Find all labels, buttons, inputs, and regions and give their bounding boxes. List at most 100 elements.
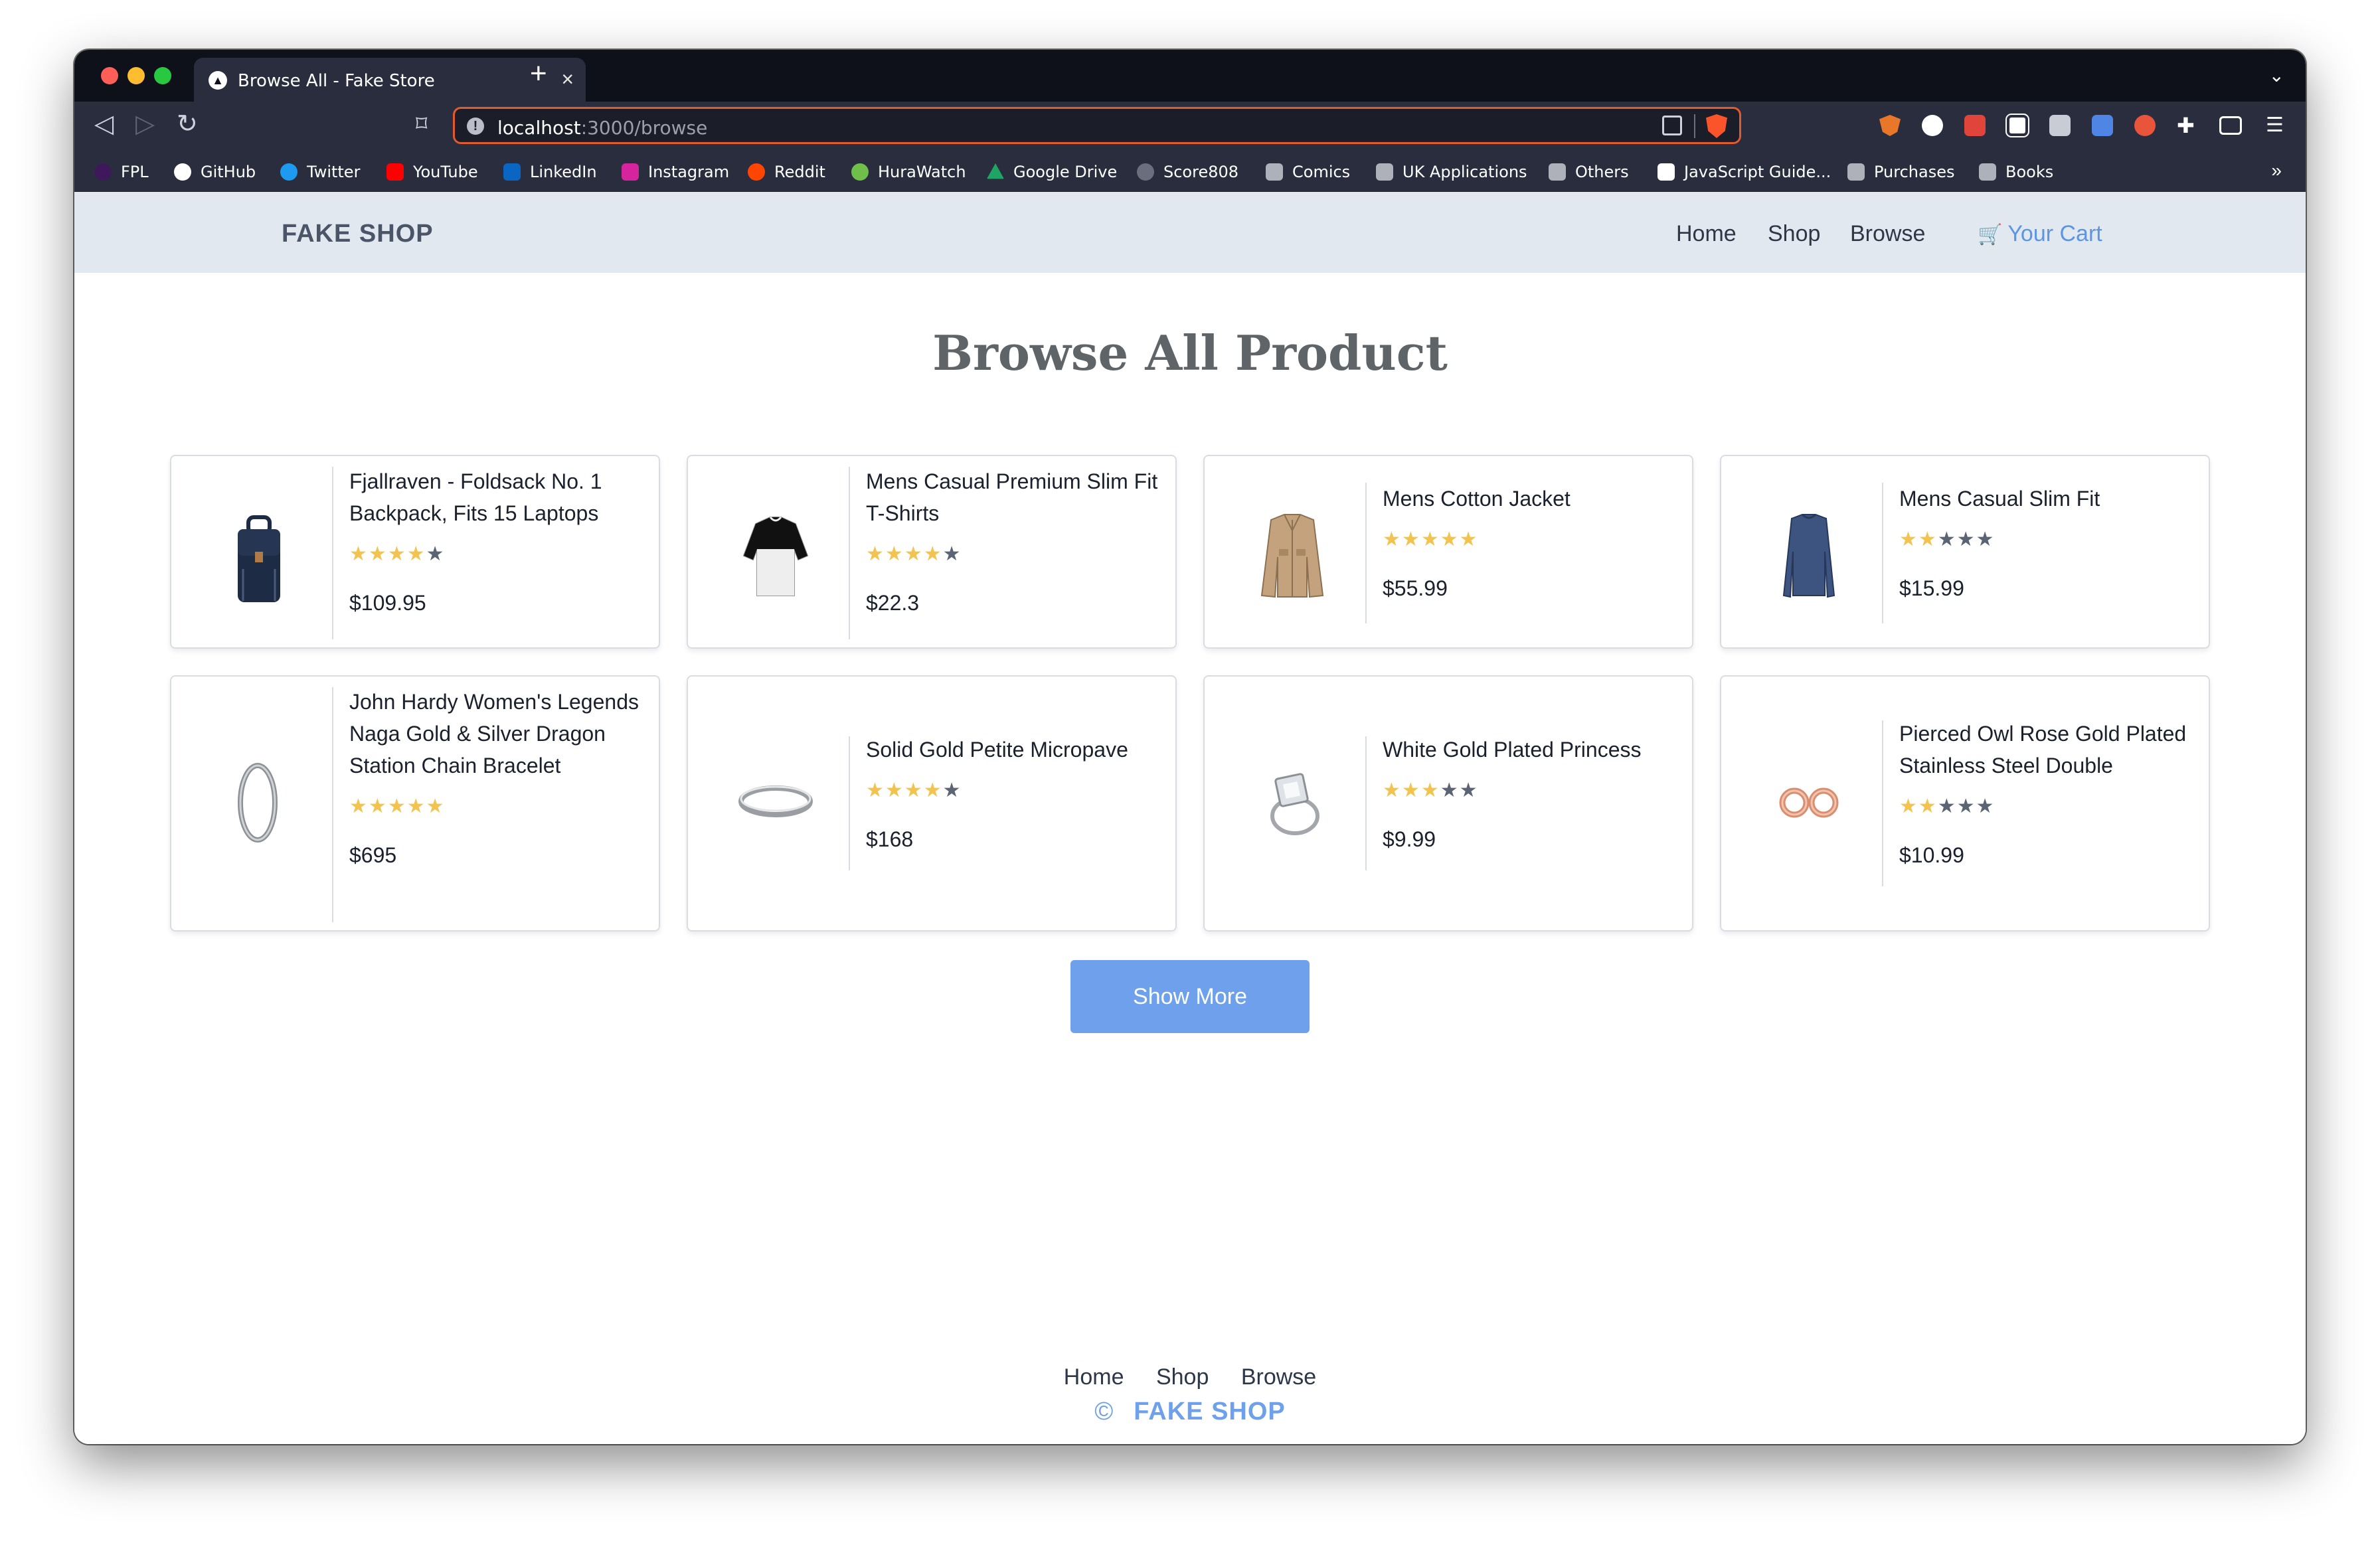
card-body: Fjallraven - Foldsack No. 1 Backpack, Fi… [349, 465, 645, 615]
translate-extension-icon[interactable] [2092, 115, 2113, 136]
bookmark-google-drive[interactable]: Google Drive [987, 161, 1117, 183]
jacket-icon [1260, 514, 1324, 598]
bookmark-label: Others [1575, 163, 1629, 181]
folder-icon [1979, 163, 1996, 181]
bookmark-reddit[interactable]: Reddit [748, 161, 825, 183]
copyright-symbol: © [1094, 1398, 1114, 1425]
product-price: $695 [349, 843, 397, 867]
url-text: localhost:3000/browse [497, 117, 707, 139]
bookmark-books[interactable]: Books [1979, 161, 2053, 183]
address-divider [1694, 114, 1695, 138]
nav-home-link[interactable]: Home [1676, 221, 1737, 247]
bookmark-label: HuraWatch [878, 163, 966, 181]
color-extension-icon[interactable] [2134, 115, 2156, 136]
reload-icon[interactable]: ↻ [177, 111, 198, 137]
footer-home-link[interactable]: Home [1064, 1364, 1124, 1390]
star-filled-icon: ★ [426, 795, 446, 817]
folder-icon [1266, 163, 1283, 181]
brave-shields-icon[interactable] [1706, 114, 1727, 138]
address-bar[interactable]: ! localhost:3000/browse [453, 107, 1741, 144]
star-filled-icon: ★ [923, 779, 943, 801]
bookmark-label: Google Drive [1013, 163, 1118, 181]
minimize-window-button[interactable] [128, 67, 145, 84]
product-title[interactable]: Solid Gold Petite Micropave [866, 734, 1162, 766]
qr-code-icon[interactable] [1662, 116, 1682, 135]
product-card[interactable]: John Hardy Women's Legends Naga Gold & S… [170, 675, 660, 932]
footer-browse-link[interactable]: Browse [1241, 1364, 1316, 1390]
browser-titlebar: ▲ Browse All - Fake Store × + ⌄ [74, 50, 2306, 102]
bookmark-purchases[interactable]: Purchases [1847, 161, 1955, 183]
circle-extension-icon[interactable] [1922, 115, 1943, 136]
tab-browse-all[interactable]: ▲ Browse All - Fake Store × [194, 58, 586, 102]
bookmark-score808[interactable]: Score808 [1137, 161, 1238, 183]
bookmark-fpl[interactable]: FPL [94, 161, 149, 183]
close-tab-icon[interactable]: × [561, 67, 574, 92]
twitter-icon [280, 163, 298, 181]
star-filled-icon: ★ [1401, 528, 1421, 550]
bookmark-hurawatch[interactable]: HuraWatch [851, 161, 966, 183]
site-logo[interactable]: FAKE SHOP [282, 220, 434, 248]
product-price: $168 [866, 827, 914, 851]
new-tab-button[interactable]: + [530, 59, 547, 88]
bookmark-label: Comics [1292, 163, 1351, 181]
bookmark-others[interactable]: Others [1549, 161, 1629, 183]
bookmark-javascript-guide[interactable]: JavaScript Guide... [1658, 161, 1831, 183]
product-card[interactable]: White Gold Plated Princess ★★★★★ $9.99 [1203, 675, 1693, 932]
nav-shop-link[interactable]: Shop [1768, 221, 1820, 247]
bookmark-label: Twitter [307, 163, 361, 181]
product-card[interactable]: Pierced Owl Rose Gold Plated Stainless S… [1720, 675, 2210, 932]
product-title[interactable]: Mens Casual Premium Slim Fit T-Shirts [866, 465, 1162, 529]
close-window-button[interactable] [101, 67, 118, 84]
product-card[interactable]: Mens Cotton Jacket ★★★★★ $55.99 [1203, 455, 1693, 649]
star-filled-icon: ★ [866, 779, 885, 801]
product-title[interactable]: White Gold Plated Princess [1383, 734, 1679, 766]
diamond-ring-icon [1270, 773, 1319, 835]
notes-extension-icon[interactable] [2049, 115, 2071, 136]
product-card[interactable]: Solid Gold Petite Micropave ★★★★★ $168 [687, 675, 1177, 932]
notion-extension-icon[interactable] [2005, 114, 2029, 137]
product-card[interactable]: Fjallraven - Foldsack No. 1 Backpack, Fi… [170, 455, 660, 649]
product-title[interactable]: Mens Cotton Jacket [1383, 483, 1679, 515]
fpl-icon [94, 163, 112, 181]
product-card[interactable]: Mens Casual Slim Fit ★★★★★ $15.99 [1720, 455, 2210, 649]
forward-icon[interactable]: ▷ [135, 111, 155, 137]
bookmark-twitter[interactable]: Twitter [280, 161, 360, 183]
chevron-down-icon[interactable]: ⌄ [2269, 64, 2284, 86]
hurawatch-icon [851, 163, 869, 181]
maximize-window-button[interactable] [154, 67, 171, 84]
bookmark-comics[interactable]: Comics [1266, 161, 1350, 183]
back-icon[interactable]: ◁ [94, 111, 114, 137]
bookmark-label: UK Applications [1402, 163, 1527, 181]
site-info-icon[interactable]: ! [467, 118, 484, 135]
footer-shop-link[interactable]: Shop [1156, 1364, 1209, 1390]
pen-extension-icon[interactable] [1964, 115, 1986, 136]
product-card[interactable]: Mens Casual Premium Slim Fit T-Shirts ★★… [687, 455, 1177, 649]
bookmark-uk-applications[interactable]: UK Applications [1376, 161, 1527, 183]
card-body: White Gold Plated Princess ★★★★★ $9.99 [1383, 734, 1679, 852]
product-title[interactable]: John Hardy Women's Legends Naga Gold & S… [349, 686, 645, 781]
cart-link[interactable]: 🛒 Your Cart [1978, 221, 2102, 247]
bookmark-github[interactable]: GitHub [174, 161, 256, 183]
product-title[interactable]: Fjallraven - Foldsack No. 1 Backpack, Fi… [349, 465, 645, 529]
rose-gold-earrings-icon [1779, 787, 1839, 818]
bookmark-label: Score808 [1163, 163, 1239, 181]
bookmark-youtube[interactable]: YouTube [386, 161, 478, 183]
bookmark-icon[interactable]: ⌑ [416, 111, 427, 137]
star-filled-icon: ★ [904, 779, 924, 801]
show-more-button[interactable]: Show More [1070, 960, 1310, 1033]
star-filled-icon: ★ [1401, 779, 1421, 801]
bookmarks-overflow-icon[interactable]: » [2271, 160, 2282, 181]
nav-browse-link[interactable]: Browse [1850, 221, 1925, 247]
product-title[interactable]: Pierced Owl Rose Gold Plated Stainless S… [1899, 718, 2195, 781]
puzzle-icon[interactable]: ✚ [2177, 115, 2198, 136]
star-filled-icon: ★ [1899, 795, 1918, 817]
card-divider [1882, 720, 1883, 886]
rating-stars: ★★★★★ [1383, 528, 1679, 551]
bookmark-instagram[interactable]: Instagram [622, 161, 729, 183]
bookmark-linkedin[interactable]: LinkedIn [503, 161, 597, 183]
menu-icon[interactable]: ☰ [2266, 115, 2287, 136]
product-title[interactable]: Mens Casual Slim Fit [1899, 483, 2195, 515]
wallet-icon[interactable] [2219, 116, 2242, 135]
web-page: FAKE SHOP Home Shop Browse 🛒 Your Cart Br… [74, 192, 2306, 1444]
shield-extension-icon[interactable] [1879, 115, 1901, 136]
